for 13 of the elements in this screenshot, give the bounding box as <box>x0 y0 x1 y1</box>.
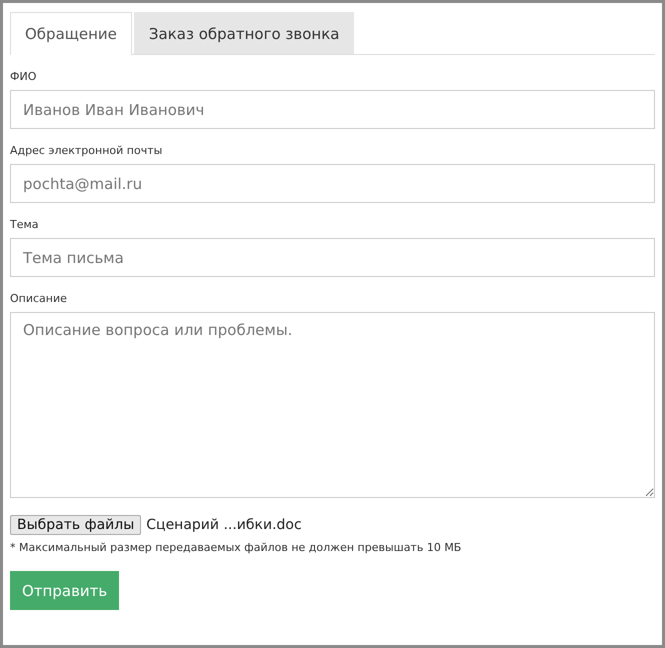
input-field[interactable]: pochta@mail.ru <box>10 164 655 203</box>
field-label: ФИО <box>10 70 38 83</box>
tab[interactable]: Заказ обратного звонка <box>134 12 354 54</box>
tab[interactable]: Обращение <box>10 12 132 55</box>
input-field[interactable]: Иванов Иван Иванович <box>10 90 655 129</box>
file-size-note: * Максимальный размер передаваемых файлов не должен превышать 10 МБ <box>10 541 462 554</box>
field-label: Описание <box>10 292 68 305</box>
choose-files-button[interactable]: Выбрать файлы <box>10 515 142 535</box>
field-label: Адрес электронной почты <box>10 144 164 157</box>
description-field[interactable]: Описание вопроса или проблемы. <box>10 312 655 498</box>
input-field[interactable]: Тема письма <box>10 238 655 277</box>
file-name: Сценарий ...ибки.doc <box>146 517 302 533</box>
field-label: Тема <box>10 218 40 231</box>
